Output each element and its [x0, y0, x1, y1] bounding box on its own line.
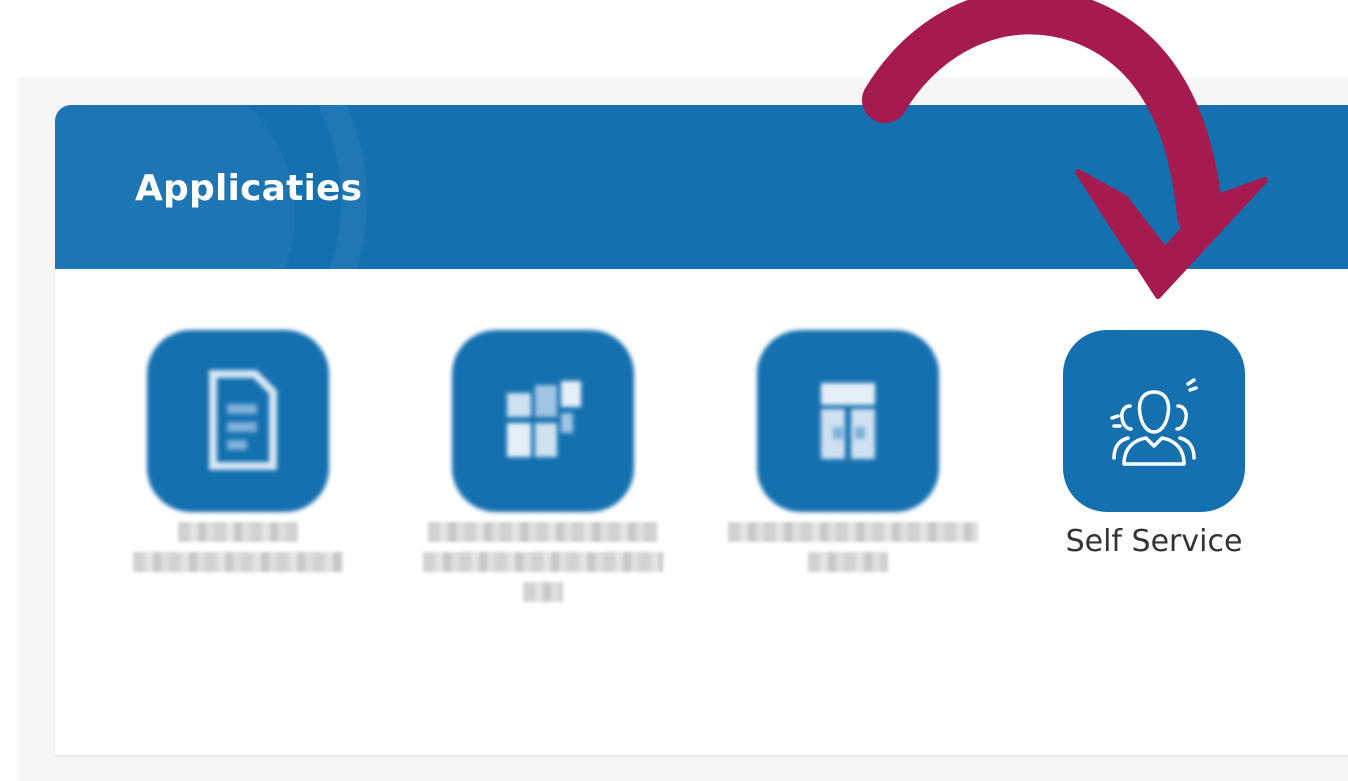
app-icon-2[interactable]: [452, 330, 634, 512]
app-tile-3[interactable]: [728, 330, 978, 572]
app-tile-self-service[interactable]: Self Service: [1034, 330, 1274, 562]
redacted-label: [133, 552, 343, 572]
document-icon: [209, 370, 277, 470]
app-icon-3[interactable]: [757, 330, 939, 512]
app-tile-2[interactable]: [423, 330, 663, 602]
self-service-icon-button[interactable]: [1063, 330, 1245, 512]
redacted-label: [808, 552, 888, 572]
users-icon: [1110, 378, 1198, 466]
redacted-label: [523, 582, 563, 602]
app-tile-1[interactable]: [118, 330, 358, 572]
redacted-label: [728, 522, 978, 542]
self-service-label: Self Service: [1065, 524, 1243, 559]
redacted-label: [423, 552, 663, 572]
redacted-label: [428, 522, 658, 542]
redacted-label: [178, 522, 298, 542]
chart-icon: [507, 381, 581, 457]
building-icon: [821, 383, 875, 459]
applications-panel: Applicaties Self Service: [55, 105, 1348, 755]
app-grid: Self Service: [55, 105, 1348, 755]
app-icon-1[interactable]: [147, 330, 329, 512]
